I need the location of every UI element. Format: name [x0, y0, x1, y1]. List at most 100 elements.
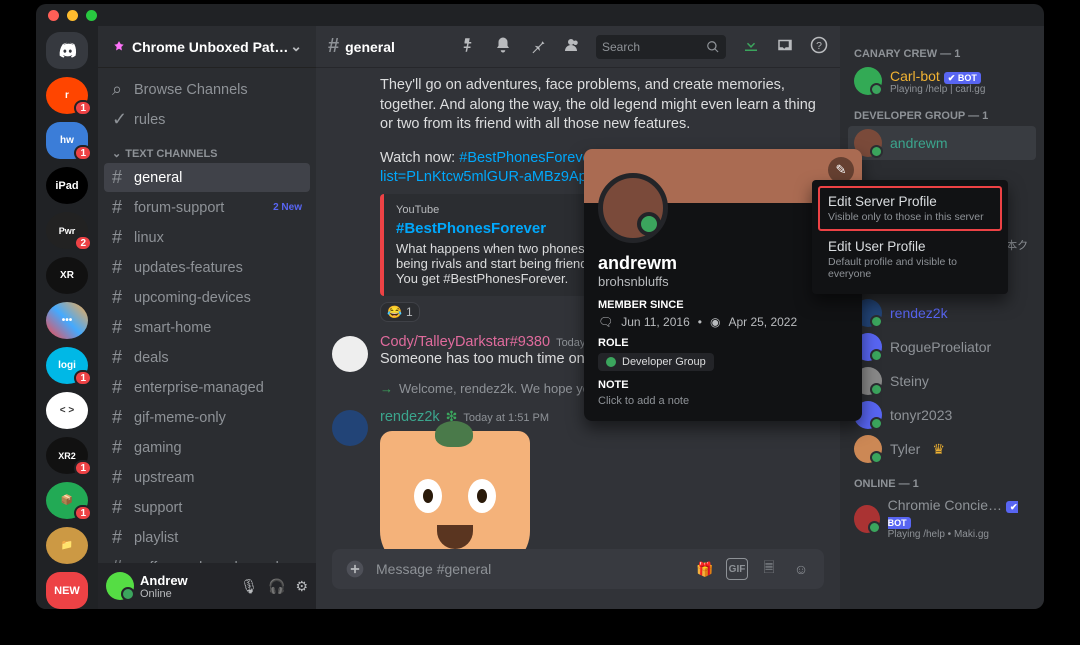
pin-icon[interactable] — [528, 36, 546, 57]
channel-item[interactable]: #smart-home — [104, 313, 310, 342]
message-timestamp: Today at 1:51 PM — [463, 412, 549, 424]
section-label: NOTE — [598, 379, 848, 391]
guild-item[interactable]: < > — [46, 392, 88, 429]
hash-icon: # — [112, 497, 128, 518]
message-author[interactable]: Cody/TalleyDarkstar#9380 — [380, 334, 550, 350]
close-icon[interactable] — [48, 10, 59, 21]
chevron-down-icon: ⌄ — [112, 147, 121, 160]
channel-item[interactable]: #updates-features — [104, 253, 310, 282]
member-row[interactable]: Tyler♛ — [848, 432, 1036, 466]
inbox-download-icon[interactable] — [742, 36, 760, 57]
browse-channels[interactable]: ⌕Browse Channels — [104, 75, 310, 104]
channel-mention[interactable]: #BestPhonesForever — [459, 150, 595, 166]
sticker[interactable] — [380, 431, 530, 549]
channel-item[interactable]: #enterprise-managed — [104, 373, 310, 402]
note-input[interactable]: Click to add a note — [598, 395, 848, 407]
avatar — [854, 67, 882, 95]
minimize-icon[interactable] — [67, 10, 78, 21]
discord-icon — [56, 40, 78, 62]
member-group-label: DEVELOPER GROUP — 1 — [848, 98, 1036, 126]
search-box[interactable]: Search — [596, 35, 726, 59]
channel-item[interactable]: #coffee-and-smoke-and-… — [104, 553, 310, 563]
avatar[interactable] — [332, 410, 368, 446]
channel-item[interactable]: #upcoming-devices — [104, 283, 310, 312]
attach-icon[interactable] — [344, 558, 366, 580]
member-row[interactable]: rendez2k — [848, 296, 1036, 330]
channel-item[interactable]: #upstream — [104, 463, 310, 492]
server-icon: ◉ — [710, 315, 720, 329]
discord-home[interactable] — [46, 32, 88, 69]
channel-item[interactable]: #gif-meme-only — [104, 403, 310, 432]
channel-item[interactable]: #playlist — [104, 523, 310, 552]
reaction[interactable]: 😂1 — [380, 302, 420, 322]
channel-item[interactable]: #deals — [104, 343, 310, 372]
channel-item[interactable]: #general — [104, 163, 310, 192]
sticker-picker-icon[interactable]: 🗏 — [758, 558, 780, 580]
role-color-dot — [606, 357, 616, 367]
member-row[interactable]: Carl-bot✔ BOT Playing /help | carl.gg — [848, 64, 1036, 98]
message-composer[interactable]: Message #general 🎁 GIF 🗏 ☺ — [332, 549, 824, 589]
self-username: Andrew — [140, 573, 188, 588]
role-chip[interactable]: Developer Group — [598, 353, 714, 371]
gift-icon[interactable]: 🎁 — [694, 558, 716, 580]
inbox-icon[interactable] — [776, 36, 794, 57]
hash-icon: # — [112, 347, 128, 368]
guild-item[interactable]: 📁 — [46, 527, 88, 564]
hash-icon: # — [112, 377, 128, 398]
guild-item[interactable]: hw1 — [46, 122, 88, 159]
guild-item[interactable]: iPad — [46, 167, 88, 204]
channel-item[interactable]: #linux — [104, 223, 310, 252]
self-avatar[interactable] — [106, 572, 134, 600]
hash-icon: # — [112, 527, 128, 548]
channel-sidebar: Chrome Unboxed Pat… ⌄ ⌕Browse Channels ✓… — [98, 26, 316, 609]
server-name: Chrome Unboxed Pat… — [132, 39, 288, 55]
maximize-icon[interactable] — [86, 10, 97, 21]
channel-category[interactable]: ⌄TEXT CHANNELS — [104, 135, 310, 162]
threads-icon[interactable] — [460, 36, 478, 57]
gif-icon[interactable]: GIF — [726, 558, 748, 580]
menu-item-edit-server-profile[interactable]: Edit Server Profile Visible only to thos… — [818, 186, 1002, 231]
channel-item[interactable]: #forum-support2 New — [104, 193, 310, 222]
hash-icon: # — [112, 437, 128, 458]
bot-tag: ✔ BOT — [944, 72, 981, 84]
hash-icon: # — [328, 35, 339, 58]
user-bar: Andrew Online 🎙 🎧 ⚙ — [98, 563, 316, 609]
mute-icon[interactable]: 🎙 — [240, 578, 258, 595]
channel-list: ⌕Browse Channels ✓rules ⌄TEXT CHANNELS #… — [98, 68, 316, 563]
member-group-label: CANARY CREW — 1 — [848, 36, 1036, 64]
member-row[interactable]: tonyr2023 — [848, 398, 1036, 432]
help-icon[interactable]: ? — [810, 36, 828, 57]
guild-item[interactable]: r1 — [46, 77, 88, 114]
hash-icon: # — [112, 197, 128, 218]
member-row[interactable]: Chromie Concie…✔ BOT Playing /help • Mak… — [848, 494, 1036, 543]
settings-gear-icon[interactable]: ⚙ — [295, 578, 308, 595]
server-header[interactable]: Chrome Unboxed Pat… ⌄ — [98, 26, 316, 68]
notification-bell-icon[interactable] — [494, 36, 512, 57]
avatar[interactable] — [332, 336, 368, 372]
guild-item[interactable]: XR21 — [46, 437, 88, 474]
profile-display-name: andrewm — [598, 253, 848, 274]
channel-title: general — [345, 39, 395, 55]
profile-avatar[interactable] — [598, 173, 668, 243]
guild-item[interactable]: 📦1 — [46, 482, 88, 519]
guild-item[interactable]: logi1 — [46, 347, 88, 384]
channel-rules[interactable]: ✓rules — [104, 105, 310, 134]
member-row[interactable]: Steiny — [848, 364, 1036, 398]
message-author[interactable]: rendez2k — [380, 409, 440, 425]
member-row[interactable]: andrewm — [848, 126, 1036, 160]
guild-new[interactable]: NEW — [46, 572, 88, 609]
channel-item[interactable]: #support — [104, 493, 310, 522]
members-toggle-icon[interactable] — [562, 36, 580, 57]
member-row[interactable]: RogueProeliator — [848, 330, 1036, 364]
guild-item[interactable]: ••• — [46, 302, 88, 339]
emoji-picker-icon[interactable]: ☺ — [790, 558, 812, 580]
svg-text:?: ? — [816, 40, 822, 52]
deafen-icon[interactable]: 🎧 — [268, 578, 285, 595]
crown-icon: ♛ — [932, 441, 945, 458]
channel-item[interactable]: #gaming — [104, 433, 310, 462]
guild-item[interactable]: XR — [46, 257, 88, 294]
profile-username: brohsnbluffs — [598, 274, 848, 289]
menu-item-edit-user-profile[interactable]: Edit User Profile Default profile and vi… — [818, 231, 1002, 288]
guild-item[interactable]: Pwr2 — [46, 212, 88, 249]
composer-placeholder: Message #general — [376, 561, 684, 577]
